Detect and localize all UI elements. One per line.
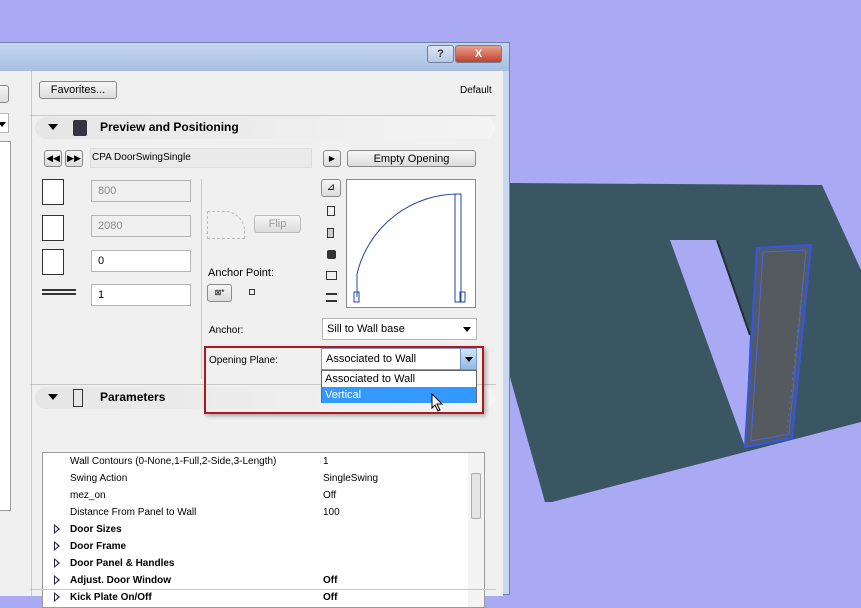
anchor-value: Sill to Wall base <box>327 323 405 335</box>
height-icon <box>42 215 64 241</box>
section-title: Parameters <box>100 390 166 404</box>
empty-opening-button[interactable]: Empty Opening <box>347 150 476 167</box>
expand-triangle-icon[interactable] <box>54 575 60 585</box>
side-view-icon[interactable] <box>327 228 334 238</box>
param-value: SingleSwing <box>323 473 379 484</box>
left-pane-list[interactable] <box>0 141 11 511</box>
mouse-cursor-icon <box>431 393 444 412</box>
param-name: Wall Contours (0-None,1-Full,2-Side,3-Le… <box>70 456 277 467</box>
param-name: Swing Action <box>70 473 128 484</box>
collapse-triangle-icon[interactable] <box>48 394 58 400</box>
option-associated-to-wall[interactable]: Associated to Wall <box>322 371 476 387</box>
option-vertical[interactable]: Vertical <box>322 387 476 403</box>
anchor-point-label: Anchor Point: <box>208 267 275 279</box>
scrollbar-thumb[interactable] <box>471 473 481 519</box>
sill-height-field[interactable]: 0 <box>91 250 191 272</box>
door-settings-dialog: ? X Favorites... Default Preview and Pos… <box>0 42 510 608</box>
param-name: Distance From Panel to Wall <box>70 507 197 518</box>
collapse-triangle-icon[interactable] <box>48 124 58 130</box>
door-preview <box>346 179 476 308</box>
close-button[interactable]: X <box>455 45 502 63</box>
param-name: Door Sizes <box>70 524 122 535</box>
param-name: mez_on <box>70 490 106 501</box>
dialog-body: Favorites... Default Preview and Positio… <box>0 71 503 608</box>
flip-preview-icon <box>207 211 245 239</box>
scrollbar[interactable] <box>468 453 484 607</box>
door-object-icon <box>73 120 87 136</box>
height-field[interactable]: 2080 <box>91 215 191 237</box>
list-item[interactable]: Distance From Panel to Wall 100 <box>43 504 463 521</box>
pane-divider[interactable] <box>31 71 32 596</box>
param-value: Off <box>323 592 338 603</box>
expand-triangle-icon[interactable] <box>54 541 60 551</box>
reveal-icon <box>42 289 76 295</box>
elevation-view-icon[interactable] <box>327 206 335 216</box>
favorites-button[interactable]: Favorites... <box>39 81 117 99</box>
sill-height-icon <box>42 249 64 275</box>
list-item[interactable]: Wall Contours (0-None,1-Full,2-Side,3-Le… <box>43 453 463 470</box>
title-bar[interactable]: ? X <box>0 43 509 71</box>
opening-plane-options[interactable]: Associated to Wall Vertical <box>321 370 477 403</box>
opening-plane-value: Associated to Wall <box>326 353 417 365</box>
previous-object-button[interactable]: ◀◀ <box>44 150 62 167</box>
left-pane-arrow-button[interactable] <box>0 85 9 103</box>
left-pane-dropdown[interactable] <box>0 113 9 133</box>
section-title: Preview and Positioning <box>100 120 239 134</box>
param-value: Off <box>323 575 338 586</box>
list-group[interactable]: Adjust. Door Window Off <box>43 572 463 589</box>
expand-triangle-icon[interactable] <box>54 524 60 534</box>
default-label: Default <box>460 85 492 96</box>
width-icon <box>42 179 64 205</box>
flip-button[interactable]: Flip <box>254 215 301 233</box>
param-value: Off <box>323 490 337 501</box>
parameters-list[interactable]: Wall Contours (0-None,1-Full,2-Side,3-Le… <box>42 452 485 608</box>
anchor-point-option[interactable] <box>249 289 255 295</box>
list-group[interactable]: Kick Plate On/Off Off <box>43 589 463 606</box>
list-group[interactable]: Door Frame <box>43 538 463 555</box>
list-group[interactable]: Door Panel & Handles <box>43 555 463 572</box>
wall <box>508 183 861 502</box>
param-name: Door Panel & Handles <box>70 558 175 569</box>
floor-plan-view-button[interactable]: ⊿ <box>321 179 341 197</box>
list-item[interactable]: mez_on Off <box>43 487 463 504</box>
next-object-button[interactable]: ▶▶ <box>65 150 83 167</box>
section-view-icon[interactable] <box>326 271 337 280</box>
parameters-icon <box>73 389 83 407</box>
anchor-dropdown[interactable]: Sill to Wall base <box>322 318 477 340</box>
expand-triangle-icon[interactable] <box>54 592 60 602</box>
opening-plane-label: Opening Plane: <box>209 355 278 366</box>
list-view-icon[interactable] <box>326 293 337 302</box>
param-name: Kick Plate On/Off <box>70 592 152 603</box>
width-field[interactable]: 800 <box>91 180 191 202</box>
dropdown-button[interactable] <box>460 349 476 369</box>
divider <box>30 589 496 590</box>
3d-view-icon[interactable] <box>327 250 336 259</box>
object-menu-button[interactable]: ▶ <box>323 150 341 167</box>
divider <box>30 115 496 116</box>
param-value: 1 <box>323 456 329 467</box>
param-name: Adjust. Door Window <box>70 575 172 586</box>
param-name: Door Frame <box>70 541 127 552</box>
object-name-field: CPA DoorSwingSingle <box>90 148 312 168</box>
param-value: 100 <box>323 507 340 518</box>
anchor-label: Anchor: <box>209 325 244 336</box>
reveal-field[interactable]: 1 <box>91 284 191 306</box>
help-button[interactable]: ? <box>427 45 454 63</box>
preview-section-header[interactable]: Preview and Positioning <box>35 117 495 139</box>
anchor-point-side-button[interactable]: ⊠* <box>207 284 232 302</box>
list-group[interactable]: Door Sizes <box>43 521 463 538</box>
expand-triangle-icon[interactable] <box>54 558 60 568</box>
divider <box>201 179 202 379</box>
opening-plane-dropdown[interactable]: Associated to Wall <box>321 348 477 370</box>
list-item[interactable]: Swing Action SingleSwing <box>43 470 463 487</box>
chevron-down-icon <box>463 327 471 332</box>
